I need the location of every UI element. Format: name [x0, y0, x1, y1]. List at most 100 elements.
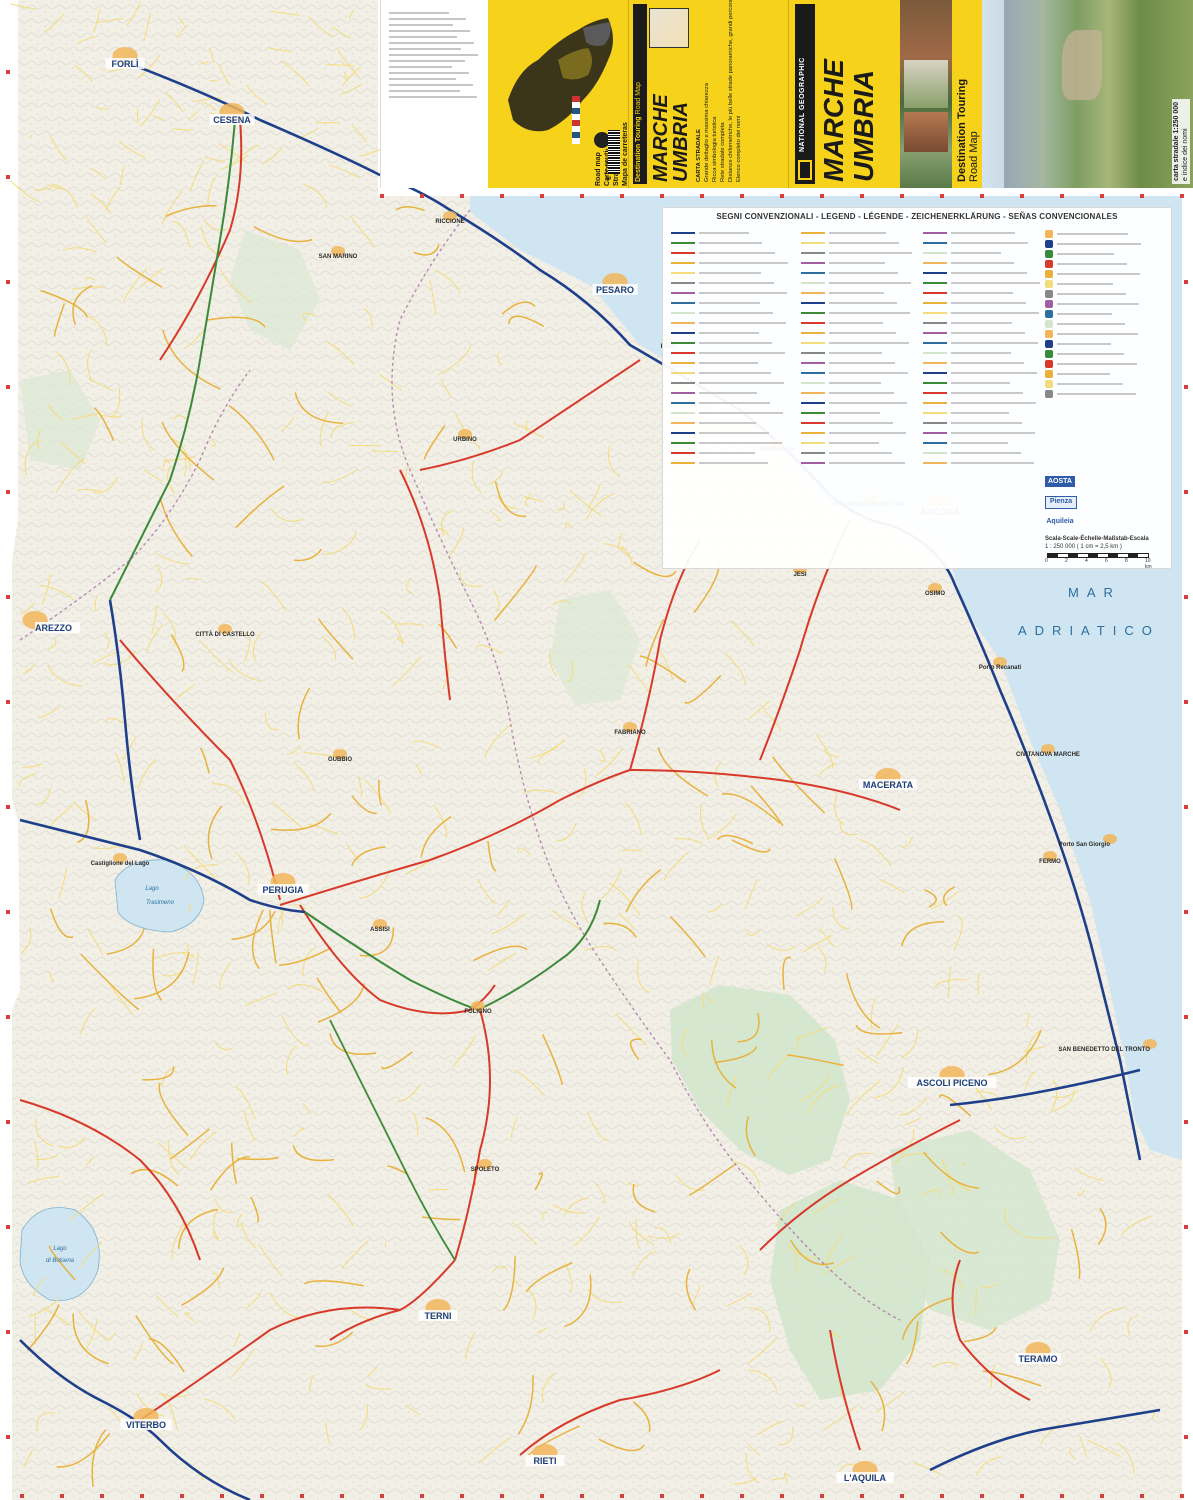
map-legend: SEGNI CONVENZIONALI - LEGEND - LÉGENDE -… — [662, 207, 1172, 570]
place-label-laquila: L'AQUILA — [844, 1473, 887, 1483]
legend-swatch — [801, 441, 825, 444]
legend-text — [699, 251, 775, 254]
legend-row — [923, 300, 1026, 308]
grid-tick — [980, 1494, 984, 1498]
grid-tick — [140, 1494, 144, 1498]
legend-text — [951, 411, 1009, 414]
legend-swatch — [801, 321, 825, 324]
legend-row — [923, 290, 1013, 298]
legend-row — [923, 370, 1037, 378]
legend-swatch — [801, 231, 825, 234]
legend-swatch — [1045, 280, 1053, 288]
scale-note: carta stradale 1:250 000 e indice dei no… — [1172, 99, 1190, 184]
feature-3: Rete stradale completa — [720, 122, 726, 182]
place-label-foligno: FOLIGNO — [464, 1009, 492, 1015]
grid-tick — [740, 194, 744, 198]
legend-text — [1057, 273, 1140, 275]
legend-row — [1045, 320, 1125, 328]
legend-swatch — [923, 261, 947, 264]
legend-row — [923, 400, 1036, 408]
cover-front-title: MARCHE UMBRIA — [818, 59, 879, 182]
cover-back-copyright — [380, 0, 489, 188]
legend-swatch — [923, 401, 947, 404]
legend-swatch — [923, 371, 947, 374]
legend-row — [801, 450, 892, 458]
cover-back-title: MARCHE UMBRIA — [650, 94, 692, 182]
legend-text — [829, 361, 895, 364]
cover-photo-castle — [904, 112, 948, 152]
copyright-line — [389, 24, 453, 26]
legend-text — [1057, 313, 1112, 315]
legend-text — [951, 261, 1014, 264]
natgeo-frame-icon — [798, 160, 812, 180]
place-label-jesi: JESI — [793, 572, 806, 578]
grid-tick — [1020, 1494, 1024, 1498]
legend-text — [829, 291, 884, 294]
carta-title: CARTA STRADALE — [696, 129, 702, 182]
legend-text — [1057, 253, 1114, 255]
cover-back-yellow: Road map Carte routière Straßenkarte Map… — [488, 0, 629, 188]
legend-swatch — [801, 251, 825, 254]
legend-swatch — [923, 441, 947, 444]
grid-tick — [6, 175, 10, 179]
legend-swatch — [1045, 370, 1053, 378]
legend-swatch — [671, 241, 695, 244]
legend-row — [671, 460, 768, 468]
copyright-line — [389, 90, 460, 92]
legend-text — [951, 251, 1001, 254]
grid-tick — [1184, 805, 1188, 809]
grid-tick — [260, 1494, 264, 1498]
grid-tick — [340, 1494, 344, 1498]
legend-swatch — [801, 241, 825, 244]
legend-swatch — [801, 301, 825, 304]
legend-swatch — [801, 291, 825, 294]
legend-row — [923, 270, 1027, 278]
legend-text — [951, 371, 1037, 374]
grid-tick — [780, 1494, 784, 1498]
legend-swatch — [1045, 310, 1053, 318]
legend-row — [801, 330, 896, 338]
grid-tick — [580, 1494, 584, 1498]
legend-row — [671, 350, 785, 358]
lake-trasimeno-label-b: Trasimeno — [146, 900, 175, 906]
legend-row — [801, 280, 911, 288]
legend-text — [699, 301, 760, 304]
grid-tick — [180, 1494, 184, 1498]
legend-swatch — [671, 271, 695, 274]
legend-text — [951, 271, 1027, 274]
grid-tick — [1184, 1120, 1188, 1124]
grid-tick — [1184, 1330, 1188, 1334]
legend-sample-aosta: AOSTA — [1045, 476, 1075, 487]
grid-tick — [660, 194, 664, 198]
legend-row — [1045, 280, 1113, 288]
legend-row — [801, 460, 905, 468]
legend-row — [671, 340, 772, 348]
legend-row — [671, 310, 773, 318]
legend-text — [829, 251, 912, 254]
place-label-assisi: ASSISI — [370, 927, 390, 933]
legend-text — [699, 441, 782, 444]
legend-row — [923, 240, 1028, 248]
legend-text — [829, 391, 894, 394]
back-title-line2: UMBRIA — [670, 102, 692, 182]
place-label-cittadicastello: CITTÀ DI CASTELLO — [195, 631, 255, 638]
grid-tick — [1184, 700, 1188, 704]
legend-sample-pienza: Pienza — [1045, 496, 1077, 509]
grid-tick — [6, 280, 10, 284]
legend-text — [829, 461, 905, 464]
legend-row — [923, 390, 1023, 398]
legend-row — [671, 300, 760, 308]
feature-5: Elenco completo dei nomi — [736, 115, 742, 182]
legend-row — [801, 430, 906, 438]
grid-tick — [780, 194, 784, 198]
cover-photo-hills — [904, 60, 948, 108]
sea-label-adriatico: ADRIATICO — [1018, 623, 1160, 638]
legend-row — [671, 260, 788, 268]
legend-row — [671, 440, 782, 448]
grid-tick — [1180, 194, 1184, 198]
legend-row — [923, 260, 1014, 268]
legend-text — [829, 241, 899, 244]
legend-text — [699, 231, 749, 234]
grid-tick — [300, 1494, 304, 1498]
legend-text — [1057, 243, 1141, 245]
